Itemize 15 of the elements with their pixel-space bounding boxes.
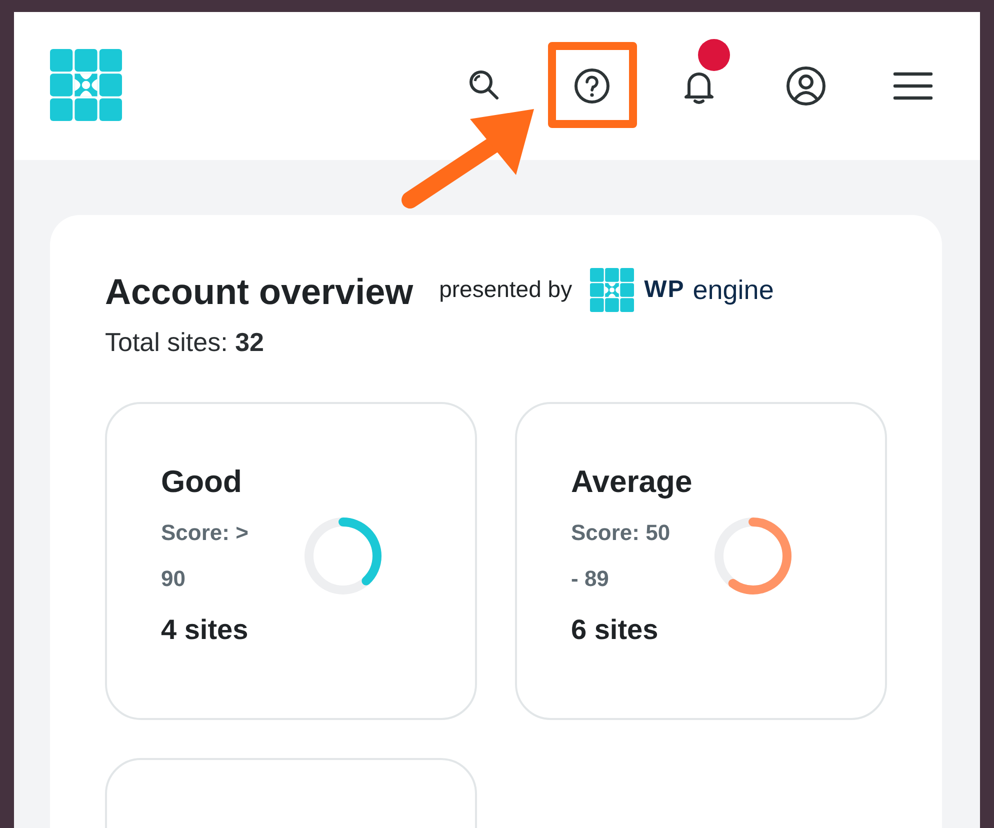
brand-name: engine bbox=[692, 274, 774, 306]
site-count: 4 sites bbox=[161, 614, 248, 646]
score-range: Score: 50 - 89 bbox=[571, 519, 672, 593]
logo-icon bbox=[50, 49, 122, 121]
total-sites: Total sites: 32 bbox=[105, 327, 265, 358]
user-icon bbox=[786, 66, 826, 106]
site-count: 6 sites bbox=[571, 614, 658, 646]
help-icon bbox=[572, 66, 612, 106]
card-title: Average bbox=[571, 464, 694, 500]
score-range: Score: > 90 bbox=[161, 519, 250, 593]
brand-name: WP bbox=[644, 276, 685, 304]
presented-by-text: presented by bbox=[439, 276, 572, 302]
brand-logo-icon bbox=[590, 268, 634, 312]
card-title: Good bbox=[161, 464, 243, 500]
overview-title: Account overview bbox=[105, 271, 414, 313]
